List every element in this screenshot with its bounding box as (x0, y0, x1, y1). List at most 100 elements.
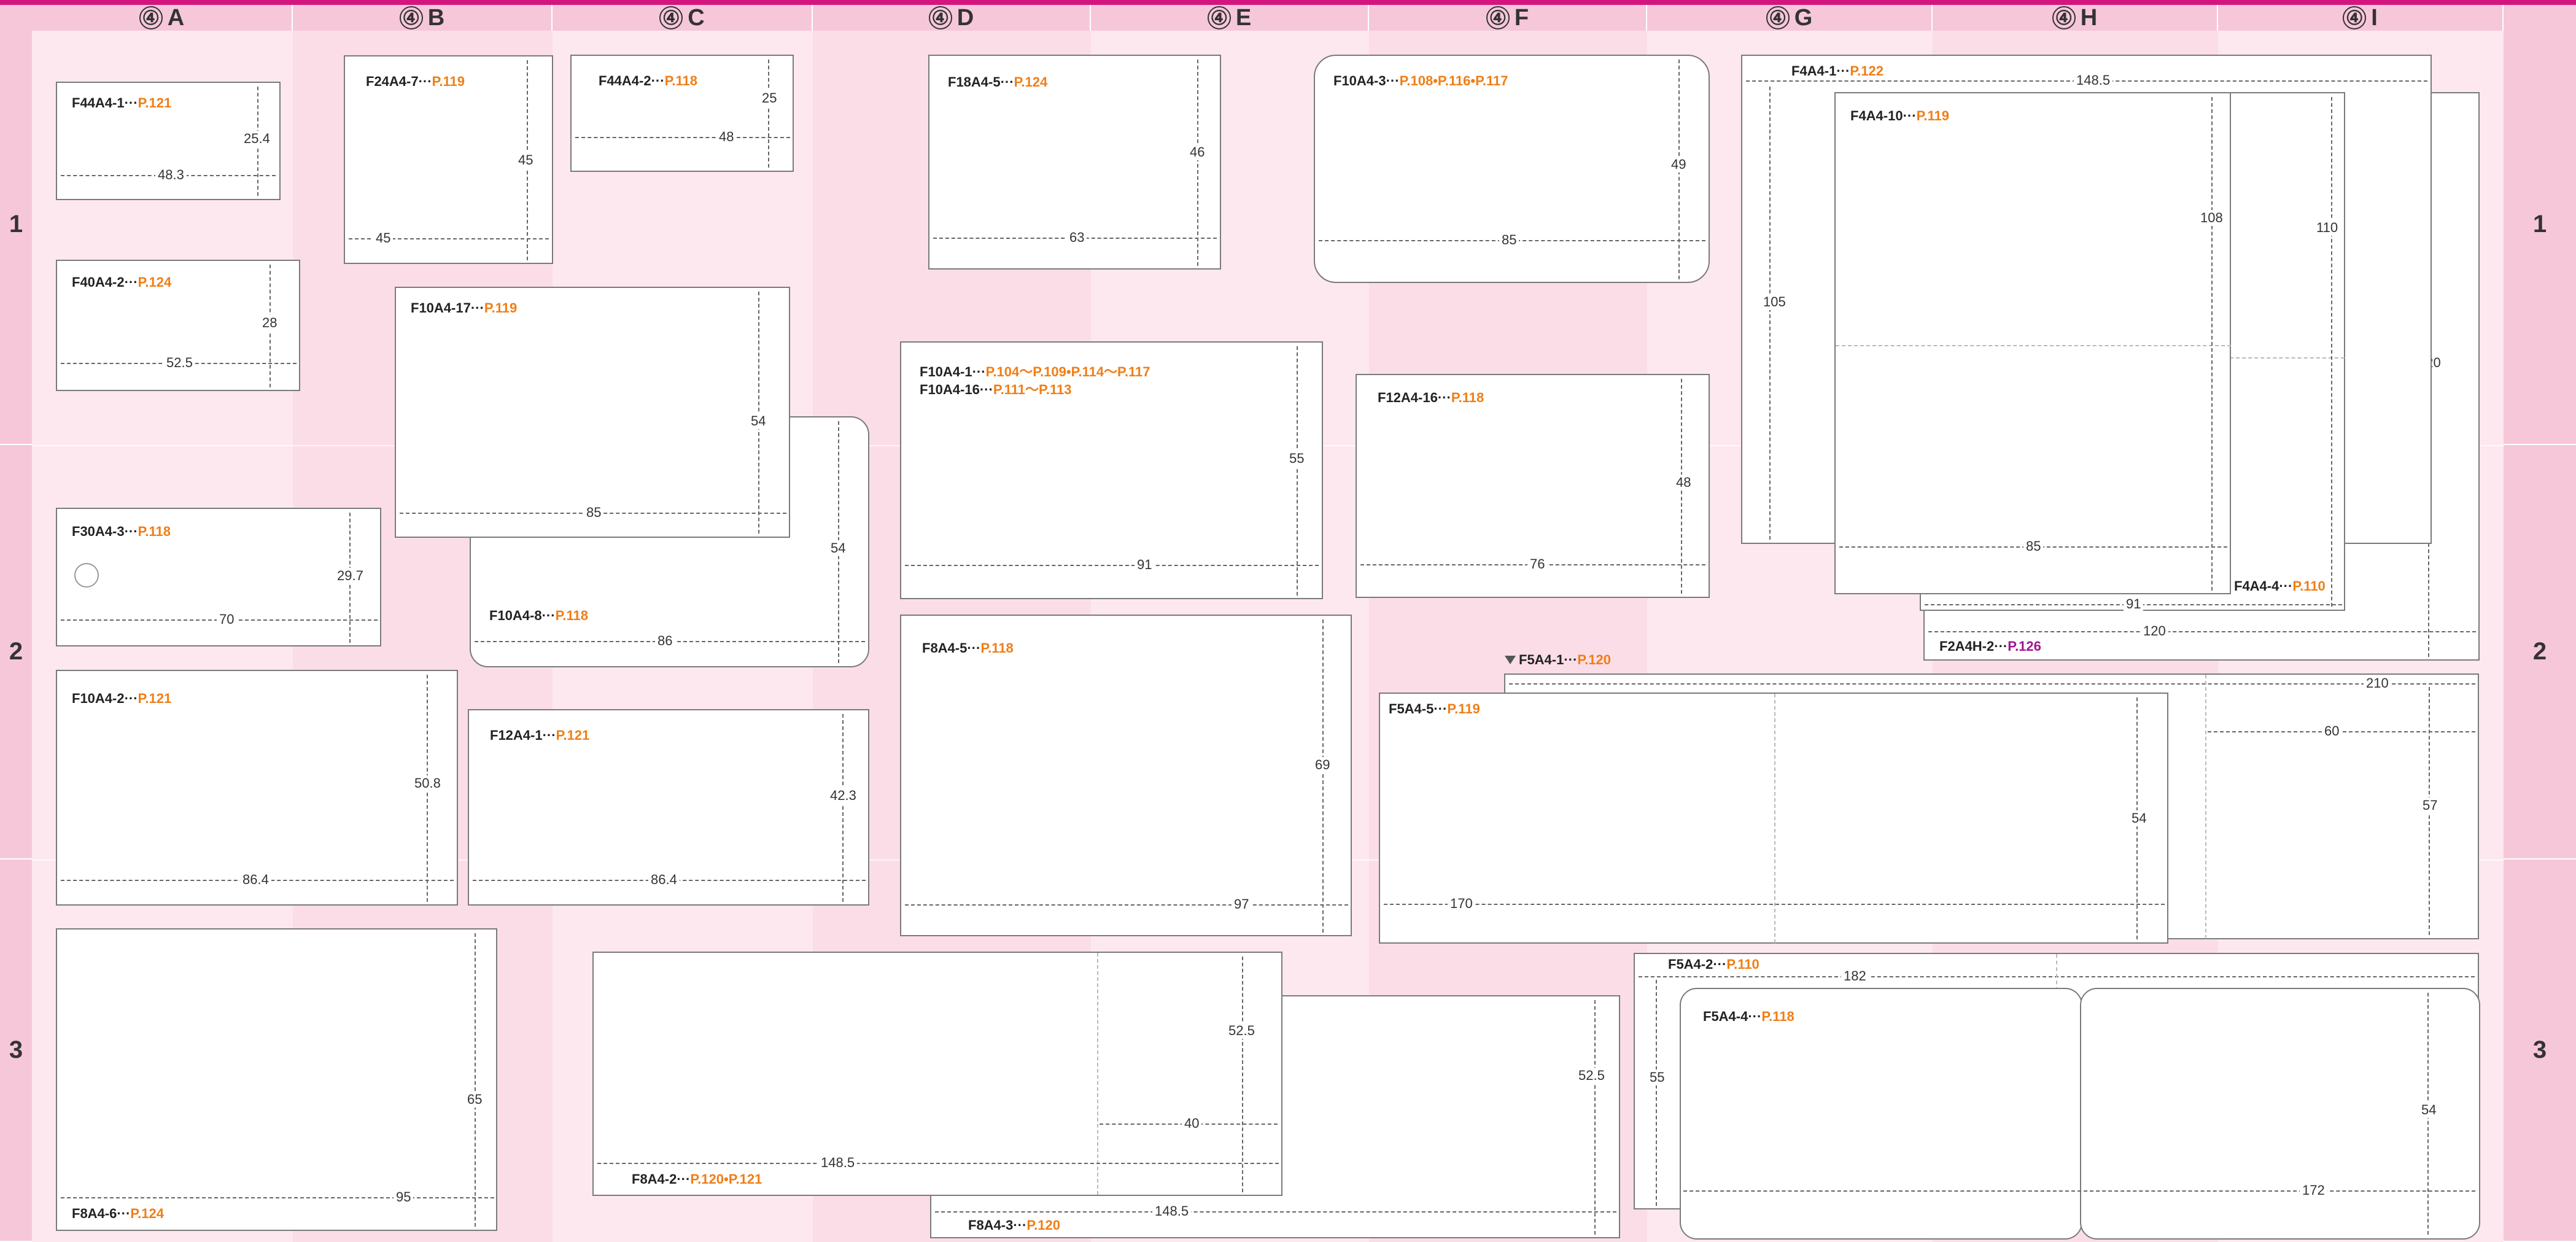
label-panel-f24a4-7[interactable]: F24A4-7···P.119 45 45 (344, 55, 553, 264)
height-dimension: 54 (2419, 1102, 2439, 1118)
panel-label: F8A4-3···P.120 (968, 1217, 1060, 1233)
height-dimension: 50.8 (412, 775, 443, 791)
side-dimension: 60 (2322, 723, 2342, 739)
label-panel-f8a4-5[interactable]: F8A4-5···P.118 69 97 (900, 615, 1352, 936)
panel-label: F44A4-1···P.121 (72, 95, 172, 111)
height-dimension: 49 (1669, 157, 1689, 173)
panel-label: F5A4-2···P.110 (1668, 957, 1759, 972)
height-dimension: 69 (1313, 757, 1333, 773)
height-dimension: 65 (465, 1092, 485, 1108)
width-dimension: 86 (655, 633, 675, 649)
height-dimension: 25 (759, 90, 780, 106)
label-panel-f44a4-2[interactable]: F44A4-2···P.118 25 48 (570, 55, 794, 172)
panel-label: F4A4-10···P.119 (1850, 108, 1950, 123)
width-dimension: 76 (1527, 556, 1548, 572)
label-panel-f10a4-17[interactable]: F10A4-17···P.119 54 85 (395, 287, 790, 538)
label-panel-f30a4-3[interactable]: F30A4-3···P.118 29.7 70 (56, 508, 381, 646)
panel-label-secondary: F10A4-16···P.111～P.113 (920, 382, 1072, 397)
column-header-a: ④A (32, 5, 293, 31)
width-dimension: 52.5 (164, 355, 195, 371)
label-panel-f44a4-1[interactable]: F44A4-1···P.121 25.4 48.3 (56, 82, 281, 200)
panel-label: F2A4H-2···P.126 (1939, 638, 2041, 654)
height-dimension: 108 (2198, 210, 2225, 226)
width-dimension: 148.5 (2074, 72, 2113, 88)
width-dimension: 148.5 (818, 1155, 858, 1171)
top-accent-bar (0, 0, 2576, 5)
width-dimension: 48 (716, 129, 737, 145)
height-dimension: 25.4 (241, 131, 273, 147)
panel-label: F10A4-2···P.121 (72, 691, 172, 706)
label-panel-f12a4-16[interactable]: F12A4-16···P.118 48 76 (1356, 374, 1710, 598)
marker-triangle-icon (1505, 656, 1516, 664)
label-panel-f40a4-2[interactable]: F40A4-2···P.124 28 52.5 (56, 260, 300, 391)
panel-label: F5A4-4···P.118 (1703, 1009, 1794, 1024)
column-header-i: ④I (2218, 5, 2504, 31)
height-dimension: 54 (828, 540, 848, 556)
width-dimension: 63 (1067, 230, 1087, 246)
width-dimension: 91 (1135, 557, 1155, 573)
label-panel-f12a4-1[interactable]: F12A4-1···P.121 42.3 86.4 (468, 709, 869, 906)
panel-label: F4A4-1···P.122 (1791, 63, 1884, 79)
panel-label-f5a4-1: F5A4-1···P.120 (1519, 652, 1611, 667)
panel-label: F8A4-6···P.124 (72, 1206, 164, 1221)
panel-label: F40A4-2···P.124 (72, 274, 172, 290)
width-dimension: 210 (2364, 675, 2391, 691)
width-dimension: 148.5 (1152, 1203, 1192, 1219)
label-panel-f8a4-6[interactable]: 65 95 F8A4-6···P.124 (56, 928, 497, 1231)
width-dimension: 48.3 (155, 167, 187, 183)
column-header-e: ④E (1091, 5, 1369, 31)
panel-label: F44A4-2···P.118 (599, 73, 698, 88)
column-header-b: ④B (293, 5, 553, 31)
panel-label: F30A4-3···P.118 (72, 524, 171, 539)
panel-label: F10A4-17···P.119 (411, 300, 518, 316)
width-dimension: 170 (1448, 896, 1475, 912)
panel-label: F8A4-2···P.120•P.121 (632, 1171, 762, 1187)
punch-hole-icon (74, 563, 99, 588)
height-dimension: 52.5 (1226, 1023, 1257, 1039)
panel-label: F10A4-3···P.108•P.116•P.117 (1333, 73, 1508, 88)
row-header-1-left: 1 (0, 5, 32, 445)
height-dimension: 105 (1761, 294, 1788, 310)
width-dimension: 95 (394, 1189, 414, 1205)
label-panel-f10a4-3[interactable]: F10A4-3···P.108•P.116•P.117 49 85 (1314, 55, 1710, 283)
width-dimension: 97 (1232, 896, 1252, 912)
panel-label: F10A4-1···P.104～P.109•P.114～P.117 (920, 364, 1150, 379)
label-panel-f18a4-5[interactable]: F18A4-5···P.124 46 63 (928, 55, 1221, 270)
width-dimension: 86.4 (240, 872, 271, 888)
label-panel-f10a4-1[interactable]: F10A4-1···P.104～P.109•P.114～P.117 F10A4-… (900, 341, 1323, 599)
width-dimension: 85 (2023, 538, 2044, 554)
row-header-3-left: 3 (0, 860, 32, 1242)
height-dimension: 28 (260, 315, 280, 331)
panel-label: F8A4-5···P.118 (922, 640, 1014, 656)
label-panel-f5a4-4[interactable]: F5A4-4···P.118 54 172 (1680, 988, 2480, 1240)
width-dimension: 91 (2124, 596, 2144, 612)
width-dimension: 182 (1841, 968, 1869, 984)
width-dimension: 85 (584, 505, 604, 521)
inner-dimension: 40 (1182, 1116, 1202, 1131)
width-dimension: 45 (373, 230, 394, 246)
width-dimension: 86.4 (648, 872, 680, 888)
column-header-d: ④D (813, 5, 1091, 31)
label-panel-f10a4-2[interactable]: F10A4-2···P.121 50.8 86.4 (56, 670, 458, 906)
height-dimension: 55 (1647, 1069, 1667, 1085)
row-header-3-right: 3 (2504, 860, 2576, 1242)
row-header-2-right: 2 (2504, 445, 2576, 860)
panel-label: F4A4-4···P.110 (2234, 578, 2326, 594)
height-dimension: 42.3 (828, 788, 859, 804)
height-dimension: 54 (2129, 810, 2149, 826)
height-dimension: 110 (2314, 220, 2341, 236)
height-dimension: 46 (1187, 144, 1208, 160)
label-left-half (1680, 988, 2082, 1240)
column-header-c: ④C (553, 5, 813, 31)
panel-label: F18A4-5···P.124 (948, 74, 1048, 90)
label-panel-f5a4-5[interactable]: F5A4-5···P.119 54 170 (1379, 693, 2168, 944)
width-dimension: 70 (217, 611, 237, 627)
column-header-g: ④G (1647, 5, 1933, 31)
height-dimension: 57 (2420, 798, 2440, 813)
row-header-2-left: 2 (0, 445, 32, 860)
height-dimension: 45 (516, 152, 536, 168)
panel-label: F12A4-1···P.121 (490, 728, 590, 743)
panel-label: F5A4-5···P.119 (1389, 701, 1480, 716)
label-panel-f4a4-10[interactable]: F4A4-10···P.119 108 85 (1834, 92, 2231, 594)
label-panel-f8a4-2[interactable]: 52.5 40 148.5 F8A4-2···P.120•P.121 (592, 952, 1282, 1196)
